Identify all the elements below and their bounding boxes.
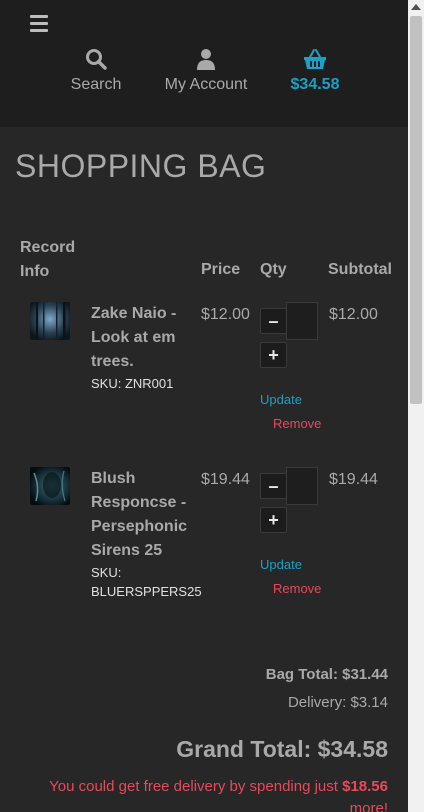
item-subtotal: $19.44 (329, 471, 378, 488)
menu-icon[interactable] (30, 15, 48, 32)
increase-qty-button[interactable]: + (260, 507, 287, 533)
item-name-line: Look at em (91, 329, 176, 346)
record-thumbnail (30, 302, 70, 340)
decrease-qty-button[interactable]: – (260, 308, 287, 334)
item-sku-line: SKU: (91, 565, 122, 580)
header-record-info-line1: Record (20, 239, 76, 256)
item-sku: SKU: BLUERSPPERS25 (91, 563, 202, 601)
nav-account-label: My Account (164, 76, 248, 93)
header-qty: Qty (260, 261, 287, 278)
nav-search[interactable]: Search (60, 48, 132, 94)
promo-suffix: more! (349, 800, 388, 812)
remove-link[interactable]: Remove (273, 416, 321, 431)
item-name-line: Sirens 25 (91, 542, 163, 559)
cart-total-label: $34.58 (290, 76, 340, 93)
grand-total: Grand Total: $34.58 (176, 736, 388, 762)
update-link[interactable]: Update (260, 392, 302, 407)
search-icon (86, 49, 107, 70)
item-sku: SKU: ZNR001 (91, 374, 173, 393)
page: Search My Account $34.58 SHOPPING BAG Re… (0, 0, 408, 812)
increase-qty-button[interactable]: + (260, 342, 287, 368)
decrease-qty-button[interactable]: – (260, 473, 287, 499)
update-link[interactable]: Update (260, 557, 302, 572)
item-name[interactable]: Zake Naio - Look at em trees. (91, 302, 176, 374)
item-name-line: trees. (91, 353, 134, 370)
item-subtotal: $12.00 (329, 306, 378, 323)
item-name-line: Responcse - (91, 494, 187, 511)
item-sku-line: BLUERSPPERS25 (91, 584, 202, 599)
nav-cart[interactable]: $34.58 (280, 48, 350, 94)
page-title: SHOPPING BAG (15, 148, 267, 184)
item-price: $12.00 (201, 306, 250, 323)
header-record-info-line2: Info (20, 263, 50, 280)
scroll-up-arrow-icon[interactable] (411, 4, 421, 10)
user-icon (197, 49, 215, 70)
header-price: Price (201, 261, 241, 278)
bag-total: Bag Total: $31.44 (265, 666, 388, 683)
item-name-line: Zake Naio - (91, 305, 177, 322)
header-subtotal: Subtotal (328, 261, 392, 278)
item-name[interactable]: Blush Responcse - Persephonic Sirens 25 (91, 467, 187, 563)
remove-link[interactable]: Remove (273, 581, 321, 596)
nav-my-account[interactable]: My Account (158, 48, 254, 94)
record-thumbnail (30, 467, 70, 505)
quantity-input[interactable] (286, 302, 318, 340)
basket-icon (304, 49, 326, 69)
free-delivery-message: You could get free delivery by spending … (20, 776, 388, 812)
delivery-cost: Delivery: $3.14 (287, 694, 388, 711)
item-sku-line: SKU: ZNR001 (91, 376, 174, 391)
promo-amount: $18.56 (342, 778, 388, 795)
promo-prefix: You could get free delivery by spending … (49, 778, 343, 795)
nav-search-label: Search (70, 76, 122, 93)
vertical-scrollbar[interactable] (408, 0, 424, 812)
item-name-line: Persephonic (91, 518, 188, 535)
header-record-info: Record Info (20, 236, 75, 284)
item-name-line: Blush (91, 470, 136, 487)
scrollbar-thumb[interactable] (410, 16, 422, 404)
item-price: $19.44 (201, 471, 250, 488)
quantity-input[interactable] (286, 467, 318, 505)
header-bar: Search My Account $34.58 (0, 0, 408, 127)
